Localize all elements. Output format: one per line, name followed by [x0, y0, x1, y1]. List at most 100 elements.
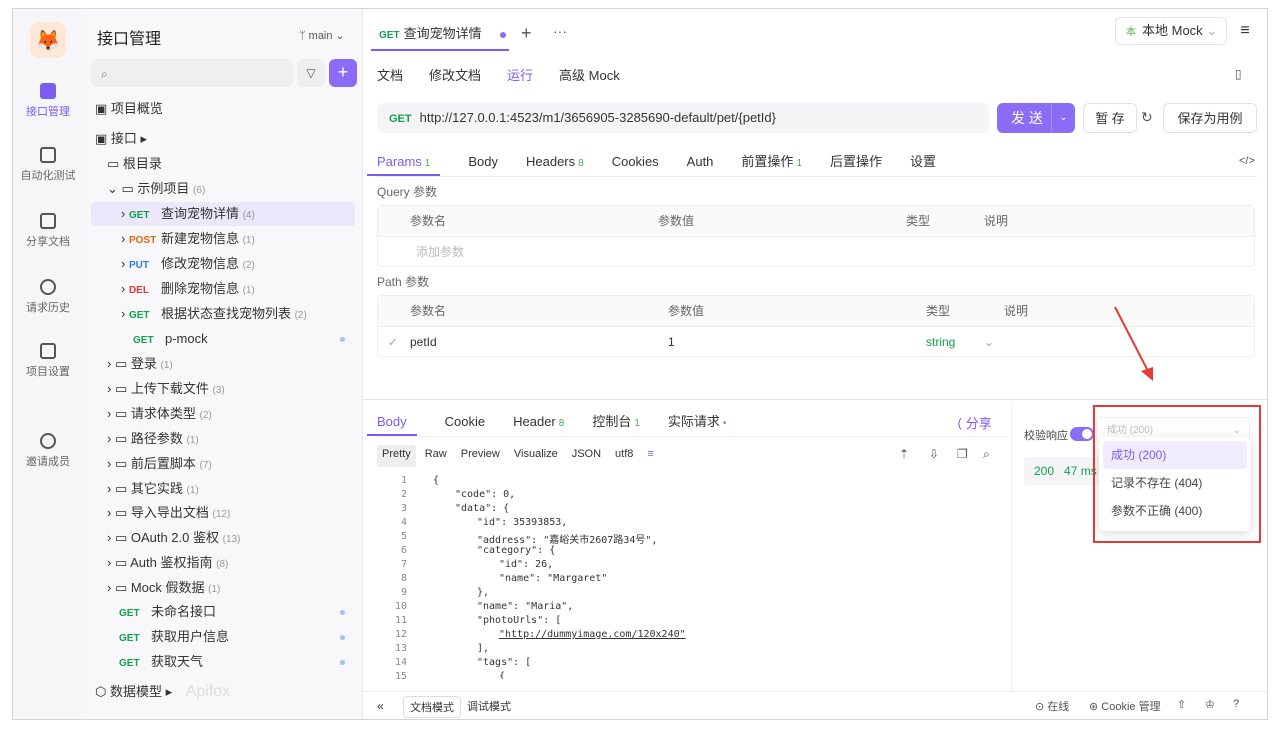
tab-cookies[interactable]: Cookies [612, 147, 659, 176]
dropdown-option[interactable]: 记录不存在 (404) [1103, 469, 1247, 497]
format-preview[interactable]: Preview [456, 445, 505, 467]
format-visualize[interactable]: Visualize [509, 445, 563, 467]
tree-item[interactable]: › PUT 修改宠物信息 (2) [91, 252, 355, 276]
tree-item[interactable]: › DEL 删除宠物信息 (1) [91, 277, 355, 301]
branch-selector[interactable]: ᛘ main ⌄ [299, 29, 345, 42]
param-value[interactable]: 1 [668, 327, 675, 357]
sidebar-item-overview[interactable]: ▣ 项目概览 [91, 97, 355, 121]
tab-run[interactable]: 运行 [507, 65, 533, 84]
tree-item[interactable]: GET 获取天气 [91, 650, 355, 674]
tree-item[interactable]: GET p-mock [91, 327, 355, 351]
tab-cookie[interactable]: Cookie [445, 407, 485, 436]
new-tab-button[interactable]: + [521, 23, 532, 44]
tree-item-selected[interactable]: › GET 查询宠物详情 (4) [91, 202, 355, 226]
rail-item-automation[interactable]: 自动化测试 [13, 147, 83, 183]
tab-headers[interactable]: Headers 8 [526, 147, 584, 176]
rail-item-share-doc[interactable]: 分享文档 [13, 213, 83, 249]
tree-folder[interactable]: ⌄ ▭ 示例项目 (6) [91, 177, 355, 201]
doc-mode-button[interactable]: 文档模式 [403, 696, 461, 718]
tree-folder[interactable]: › ▭ 导入导出文档 (12) [91, 501, 355, 525]
rail-item-api[interactable]: 接口管理 [13, 83, 83, 119]
tab-advanced-mock[interactable]: 高级 Mock [559, 65, 620, 84]
add-button[interactable]: + [329, 59, 357, 87]
shirt-icon[interactable]: ♔ [1205, 698, 1215, 711]
menu-icon[interactable]: ≡ [1231, 17, 1259, 45]
rail-item-invite[interactable]: 邀请成员 [13, 433, 83, 469]
help-icon[interactable]: ? [1233, 698, 1239, 710]
tree-folder[interactable]: › ▭ 上传下载文件 (3) [91, 377, 355, 401]
tab-auth[interactable]: Auth [687, 147, 714, 176]
tree-item[interactable]: › GET 根据状态查找宠物列表 (2) [91, 302, 355, 326]
validate-toggle[interactable] [1070, 427, 1094, 441]
more-icon[interactable]: ··· [553, 23, 567, 39]
save-as-case-button[interactable]: 保存为用例 [1163, 103, 1257, 133]
tab-actual-request[interactable]: 实际请求 • [668, 407, 727, 436]
debug-mode-button[interactable]: 调试模式 [461, 696, 517, 718]
refresh-icon[interactable]: ↻ [1141, 109, 1153, 126]
tree-item[interactable]: GET 未命名接口 [91, 600, 355, 624]
sidebar-item-api[interactable]: ▣ 接口 ▸ [91, 127, 355, 151]
tree-item[interactable]: › POST 新建宠物信息 (1) [91, 227, 355, 251]
tab-active[interactable]: GET 查询宠物详情 [371, 17, 509, 51]
format-pretty[interactable]: Pretty [377, 445, 416, 467]
env-selector[interactable]: 本本地 Mock ⌄ [1115, 17, 1227, 45]
tree-folder[interactable]: › ▭ 其它实践 (1) [91, 477, 355, 501]
tab-post-ops[interactable]: 后置操作 [830, 147, 882, 176]
sidebar-item-data-model[interactable]: ⬡ 数据模型 ▸ Apifox [91, 680, 355, 704]
upgrade-icon[interactable]: ⇧ [1177, 698, 1186, 711]
code-icon[interactable]: </> [1239, 155, 1255, 167]
format-encoding[interactable]: utf8 [610, 445, 638, 467]
online-status[interactable]: ⊙ 在线 [1035, 698, 1069, 714]
save-button[interactable]: 暂 存 [1083, 103, 1137, 133]
share-button[interactable]: ⟨ 分享 [957, 413, 992, 432]
query-title: Query 参数 [377, 185, 438, 199]
chevron-down-icon[interactable]: ⌄ [1051, 103, 1075, 133]
collapse-icon[interactable]: « [377, 699, 384, 713]
send-button[interactable]: 发 送 ⌄ [997, 103, 1075, 133]
tree-folder[interactable]: › ▭ 前后置脚本 (7) [91, 452, 355, 476]
tree-folder[interactable]: › ▭ Mock 假数据 (1) [91, 576, 355, 600]
param-type[interactable]: string [926, 327, 955, 357]
download-icon[interactable]: ⇩ [929, 447, 939, 461]
format-raw[interactable]: Raw [420, 445, 452, 467]
dropdown-option[interactable]: 成功 (200) [1103, 441, 1247, 469]
wrap-icon[interactable]: ≡ [642, 445, 658, 467]
search-input[interactable]: ⌕ [91, 59, 293, 87]
param-name[interactable]: petId [410, 327, 437, 357]
tab-pre-ops[interactable]: 前置操作 1 [741, 147, 802, 176]
tree-folder[interactable]: › ▭ Auth 鉴权指南 (8) [91, 551, 355, 575]
tab-body[interactable]: Body [367, 407, 417, 436]
check-icon[interactable]: ✓ [388, 327, 398, 357]
tree-folder[interactable]: › ▭ OAuth 2.0 鉴权 (13) [91, 526, 355, 550]
add-param-input[interactable]: 添加参数 [416, 237, 464, 267]
tree-folder[interactable]: › ▭ 路径参数 (1) [91, 427, 355, 451]
url-input[interactable]: GET http://127.0.0.1:4523/m1/3656905-3285… [377, 103, 989, 133]
tree-item[interactable]: GET 获取用户信息 [91, 625, 355, 649]
tree-root[interactable]: ▭ 根目录 [91, 152, 355, 176]
tab-settings[interactable]: 设置 [910, 147, 936, 176]
copy-icon[interactable]: ❐ [957, 447, 968, 461]
tab-params[interactable]: Params 1 [367, 147, 441, 176]
code-line[interactable]: "http://dummyimage.com/120x240" [499, 629, 686, 640]
chevron-down-icon[interactable]: ⌄ [984, 327, 994, 357]
response-dropdown: 成功 (200) 记录不存在 (404) 参数不正确 (400) [1099, 437, 1251, 531]
tab-header[interactable]: Header 8 [513, 407, 564, 436]
layout-icon[interactable]: ▯ [1235, 67, 1242, 81]
tab-docs[interactable]: 文档 [377, 65, 403, 84]
code-viewer[interactable]: 1 { 2 "code": 0, 3 "data": { 4 "id": 3539385… [377, 473, 997, 679]
dropdown-option[interactable]: 参数不正确 (400) [1103, 497, 1247, 525]
scroll-top-icon[interactable]: ⇡ [899, 447, 909, 461]
search-icon[interactable]: ⌕ [983, 447, 990, 462]
splitter[interactable] [363, 399, 1267, 400]
rail-item-settings[interactable]: 项目设置 [13, 343, 83, 379]
tab-edit-docs[interactable]: 修改文档 [429, 65, 481, 84]
tab-body[interactable]: Body [468, 147, 498, 176]
filter-button[interactable]: ▽ [297, 59, 325, 87]
item-count: (7) [199, 460, 212, 471]
format-json[interactable]: JSON [567, 445, 606, 467]
tree-folder[interactable]: › ▭ 登录 (1) [91, 352, 355, 376]
cookie-manager[interactable]: ⊛ Cookie 管理 [1089, 698, 1161, 714]
tree-folder[interactable]: › ▭ 请求体类型 (2) [91, 402, 355, 426]
rail-item-history[interactable]: 请求历史 [13, 279, 83, 315]
tab-console[interactable]: 控制台 1 [592, 407, 640, 436]
